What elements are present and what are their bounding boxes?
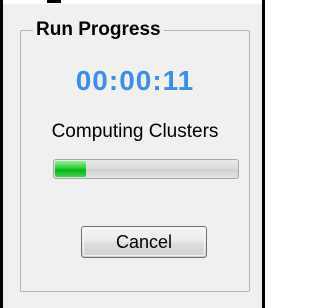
clipped-title-glyph [47, 0, 61, 3]
window-edge [3, 0, 262, 4]
run-progress-dialog: Run Progress 00:00:11 Computing Clusters… [0, 0, 265, 308]
status-label: Computing Clusters [51, 121, 219, 142]
progress-bar [53, 159, 239, 179]
elapsed-timer: 00:00:11 [75, 65, 195, 96]
progress-bar-fill [55, 161, 86, 177]
cancel-button[interactable]: Cancel [81, 226, 207, 258]
group-title: Run Progress [33, 18, 164, 42]
